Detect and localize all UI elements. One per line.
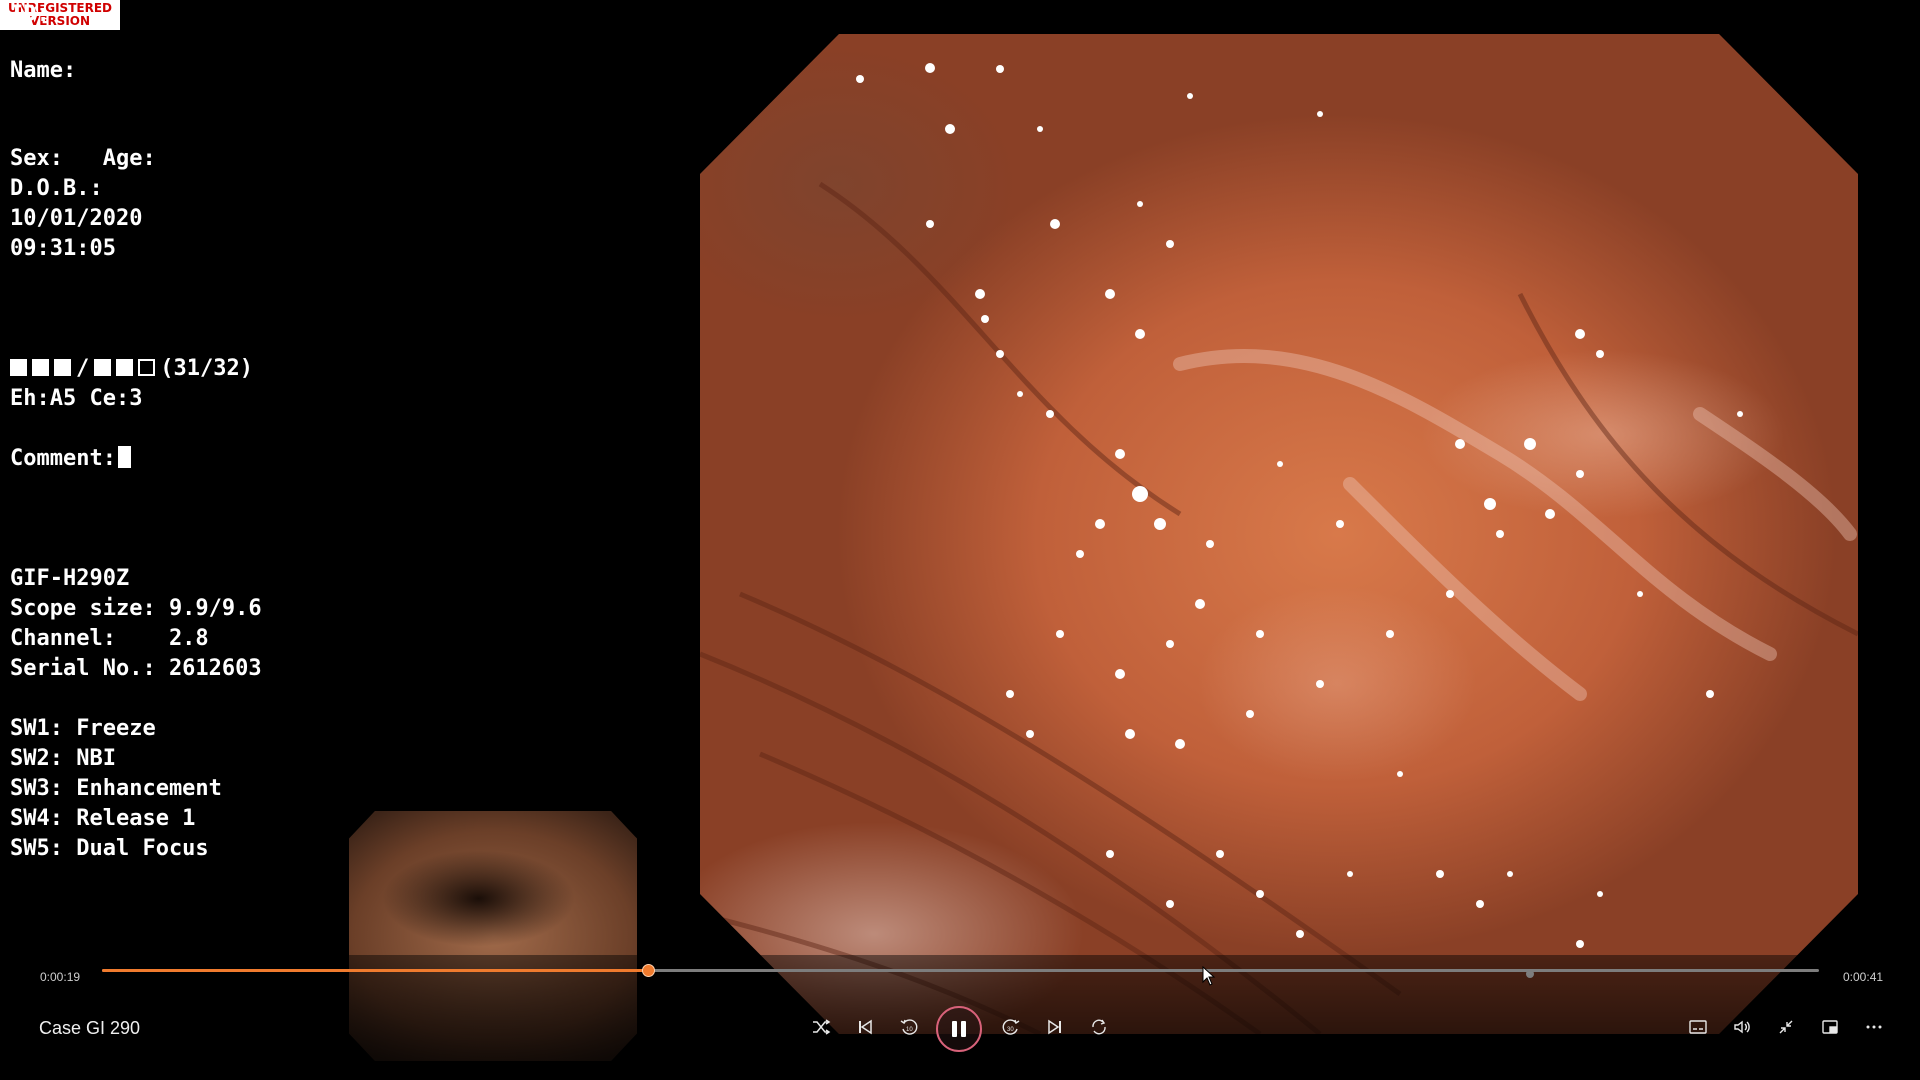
forward-30-icon[interactable]: 30 — [995, 1011, 1027, 1043]
subtitles-icon[interactable] — [1682, 1011, 1714, 1043]
endoscopy-video-frame[interactable] — [700, 34, 1858, 1034]
volume-icon[interactable] — [1726, 1011, 1758, 1043]
repeat-icon[interactable] — [1083, 1011, 1115, 1043]
seek-bar[interactable] — [102, 964, 1819, 977]
shuffle-icon[interactable] — [805, 1011, 837, 1043]
scope-size: Scope size: 9.9/9.6 — [10, 596, 262, 621]
scope-serial: Serial No.: 2612603 — [10, 656, 262, 681]
exit-fullscreen-icon[interactable] — [1770, 1011, 1802, 1043]
comment-label: Comment: — [10, 446, 116, 471]
seek-bar-handle[interactable] — [642, 964, 655, 977]
scope-channel: Channel: 2.8 — [10, 626, 209, 651]
switch-4: SW4: Release 1 — [10, 806, 196, 831]
rewind-10-icon[interactable]: 10 — [893, 1011, 925, 1043]
mucosa-texture — [700, 63, 1858, 1034]
id-label: ID: — [10, 2, 50, 27]
current-time: 0:00:19 — [40, 970, 81, 984]
pause-button[interactable] — [936, 1006, 982, 1052]
enhancement-setting: Eh:A5 Ce:3 — [10, 386, 143, 411]
svg-text:30: 30 — [1007, 1027, 1014, 1033]
sex-age-label: Sex: Age: — [10, 146, 156, 171]
exam-date: 10/01/2020 — [10, 206, 143, 231]
switch-5: SW5: Dual Focus — [10, 836, 209, 861]
svg-text:10: 10 — [906, 1027, 913, 1033]
total-duration: 0:00:41 — [1843, 970, 1884, 984]
pause-icon — [952, 1021, 957, 1037]
switch-1: SW1: Freeze — [10, 716, 156, 741]
frame-counter: / (31/32) — [10, 356, 253, 382]
name-label: Name: — [10, 58, 77, 83]
frame-counter-value: (31/32) — [160, 356, 253, 381]
switch-3: SW3: Enhancement — [10, 776, 222, 801]
mini-player-icon[interactable] — [1814, 1011, 1846, 1043]
seek-bar-progress — [102, 969, 648, 972]
switch-2: SW2: NBI — [10, 746, 116, 771]
exam-time: 09:31:05 — [10, 236, 116, 261]
skip-previous-icon[interactable] — [849, 1011, 881, 1043]
more-icon[interactable] — [1858, 1011, 1890, 1043]
dob-label: D.O.B.: — [10, 176, 103, 201]
mouse-pointer-icon — [1202, 965, 1216, 991]
comment-line: Comment: — [10, 446, 131, 472]
scope-model: GIF-H290Z — [10, 566, 130, 591]
media-player-bar: 0:00:19 0:00:41 Case GI 290 10 30 — [0, 955, 1920, 1080]
playback-controls: 10 30 — [0, 1006, 1920, 1052]
text-cursor — [117, 446, 131, 468]
skip-next-icon[interactable] — [1039, 1011, 1071, 1043]
